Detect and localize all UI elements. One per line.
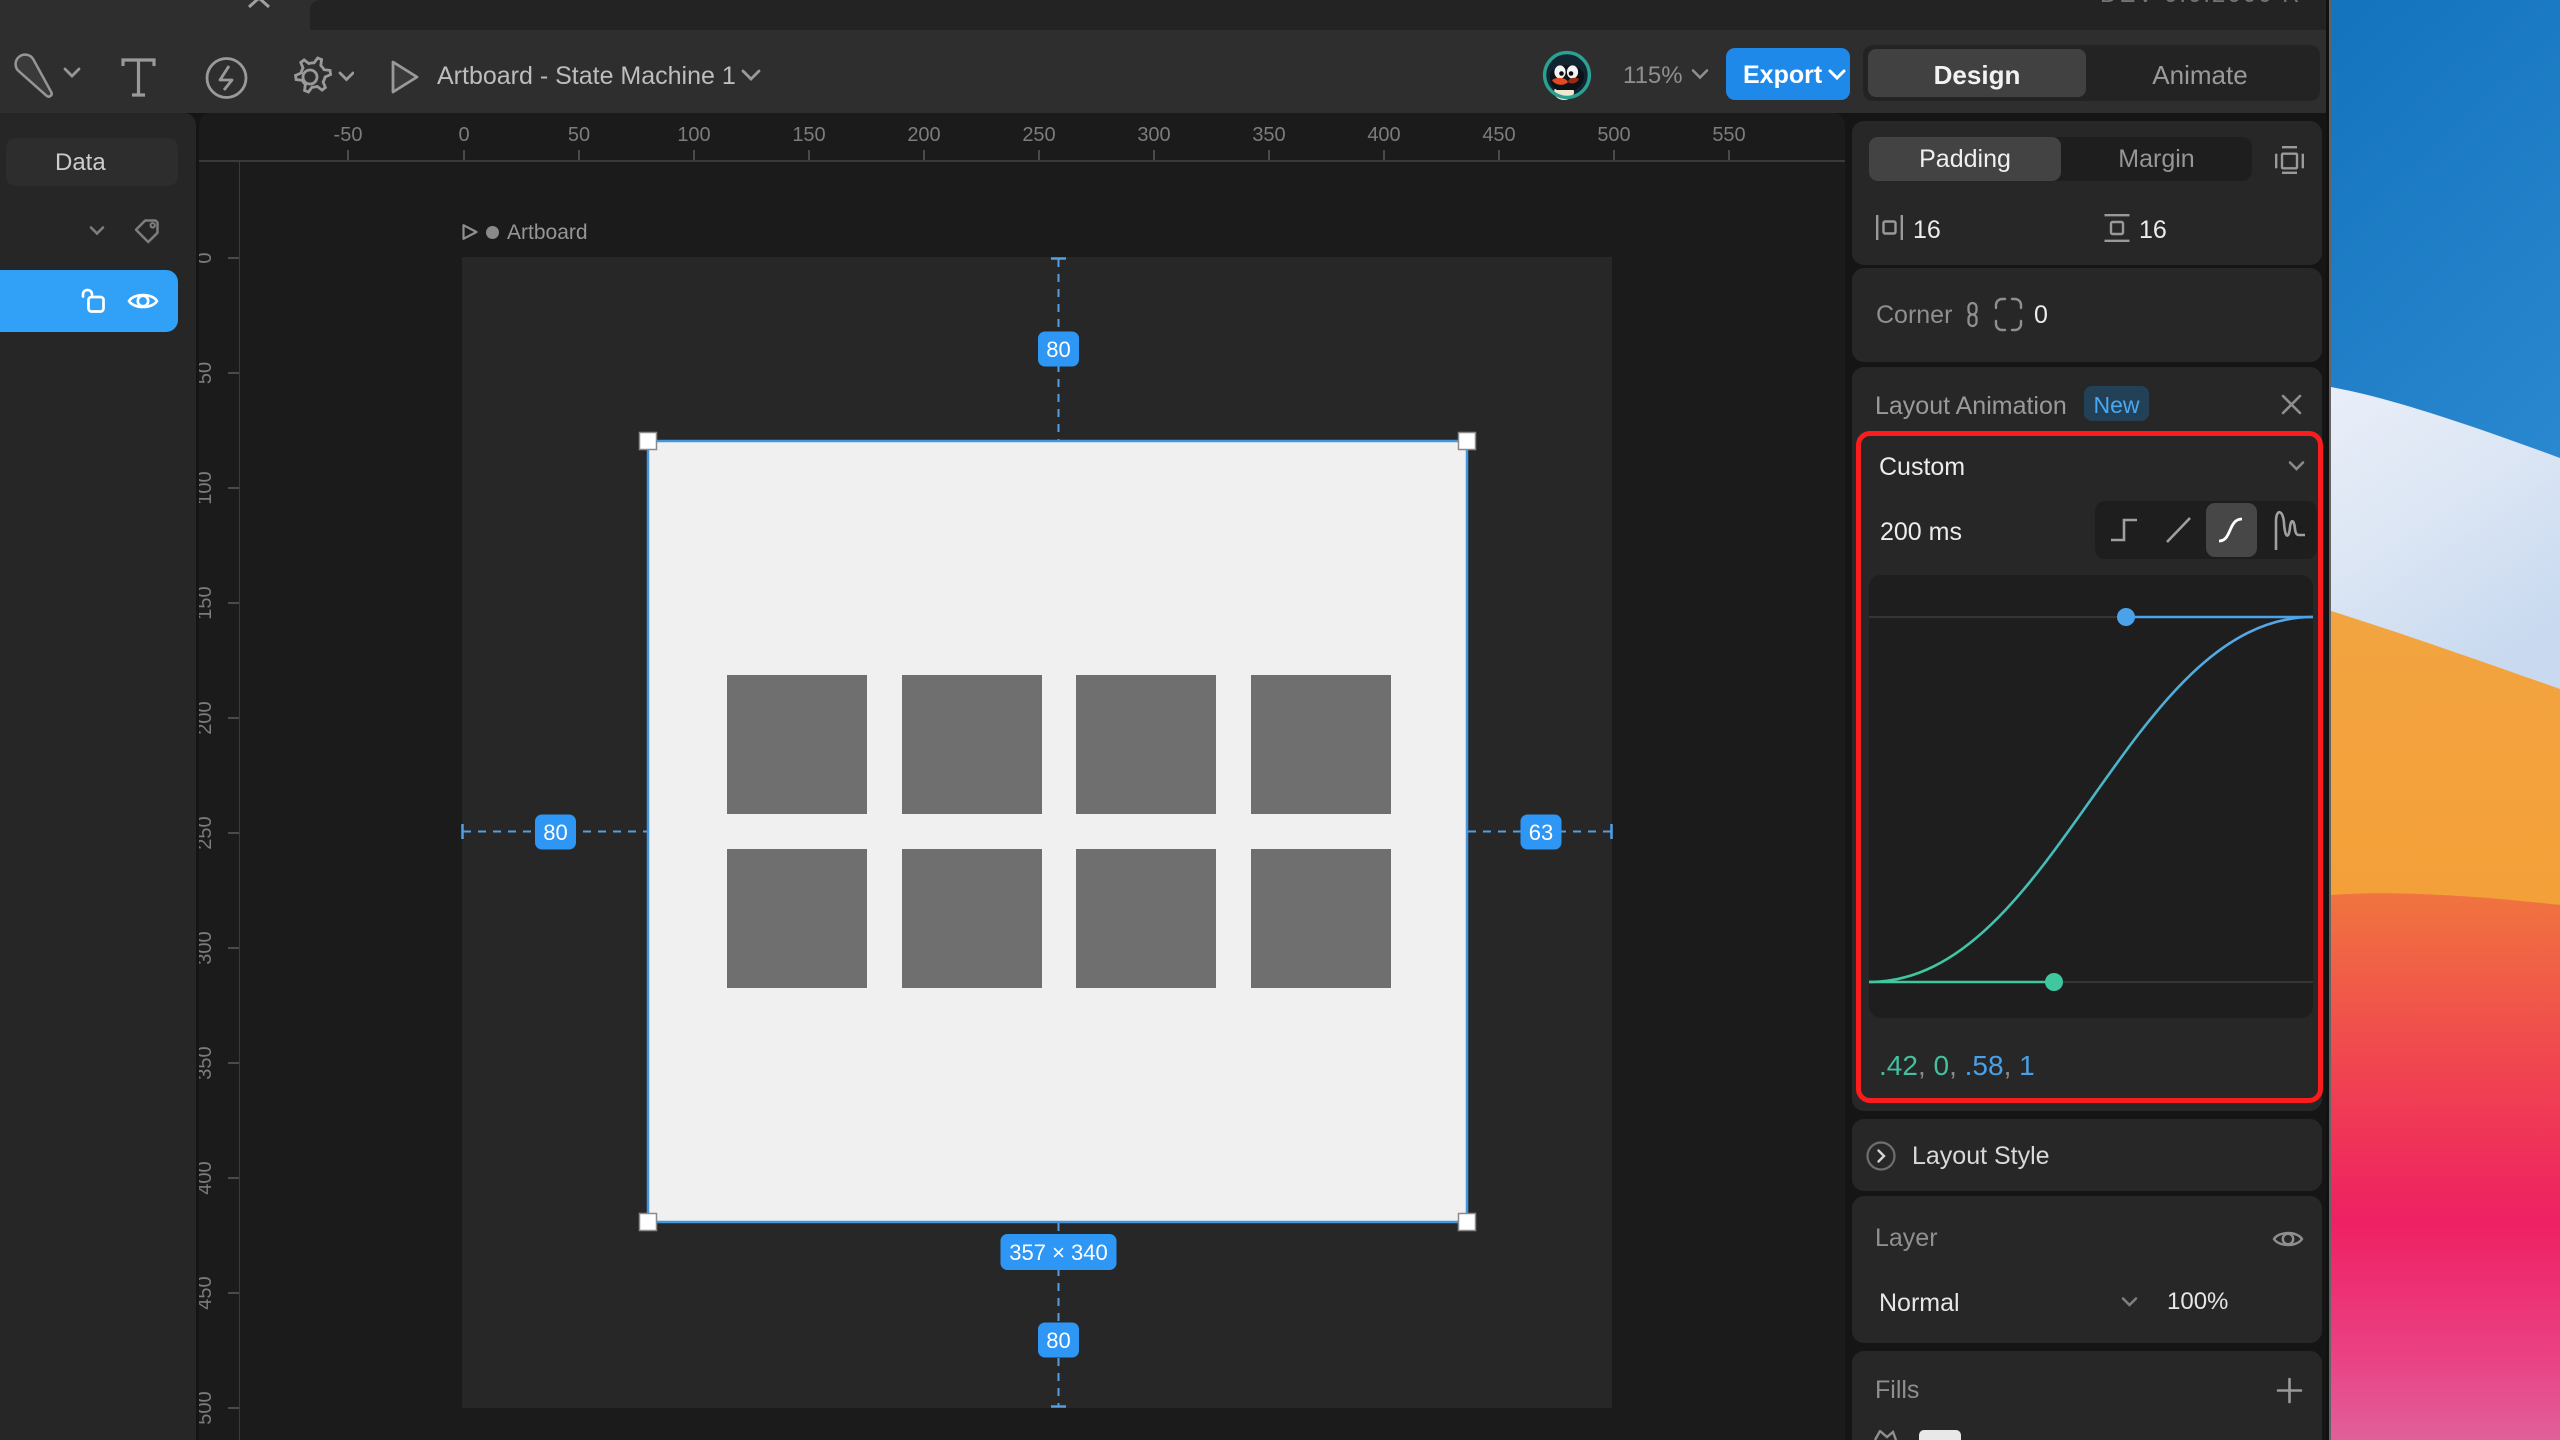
svg-text:80: 80 <box>1046 337 1070 362</box>
svg-text:80: 80 <box>543 820 567 845</box>
svg-text:80: 80 <box>1046 1328 1070 1353</box>
svg-text:357 × 340: 357 × 340 <box>1009 1240 1107 1265</box>
svg-text:63: 63 <box>1529 820 1553 845</box>
